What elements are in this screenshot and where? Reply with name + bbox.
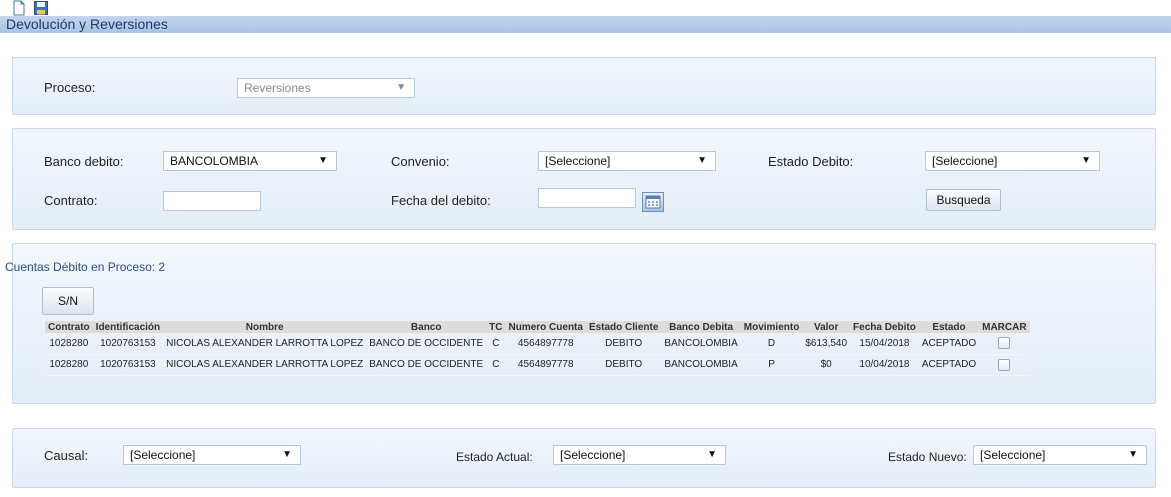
table-cell: BANCOLOMBIA xyxy=(661,354,741,376)
proceso-label: Proceso: xyxy=(44,80,96,95)
marcar-checkbox[interactable] xyxy=(998,358,1011,371)
table-cell: C xyxy=(486,333,506,355)
table-cell: C xyxy=(486,354,506,376)
calendar-icon[interactable] xyxy=(642,192,664,212)
column-header: Fecha Debito xyxy=(850,321,919,333)
column-header: Banco xyxy=(366,321,487,333)
chevron-down-icon: ▼ xyxy=(1128,449,1138,460)
table-cell: BANCO DE OCCIDENTE xyxy=(366,333,487,355)
column-header: MARCAR xyxy=(979,321,1030,333)
proceso-panel: Proceso: Reversiones ▼ xyxy=(12,57,1156,115)
contrato-input[interactable] xyxy=(163,191,261,211)
column-header: Estado xyxy=(918,321,980,333)
banco-debito-label: Banco debito: xyxy=(44,154,124,169)
column-header: Numero Cuenta xyxy=(505,321,586,333)
table-cell: NICOLAS ALEXANDER LARROTTA LOPEZ xyxy=(163,333,367,355)
convenio-label: Convenio: xyxy=(391,154,450,169)
table-cell: 1028280 xyxy=(45,354,93,376)
proceso-value: Reversiones xyxy=(244,81,311,95)
causal-label: Causal: xyxy=(44,448,89,463)
chevron-down-icon: ▼ xyxy=(318,155,328,166)
chevron-down-icon: ▼ xyxy=(697,155,707,166)
causal-select[interactable]: [Seleccione] ▼ xyxy=(123,445,301,465)
fecha-debito-input[interactable] xyxy=(538,188,636,208)
new-document-icon[interactable] xyxy=(11,0,27,16)
proceso-select[interactable]: Reversiones ▼ xyxy=(237,78,415,98)
table-cell: 1028280 xyxy=(45,333,93,355)
table-cell: 10/04/2018 xyxy=(850,354,919,376)
chevron-down-icon: ▼ xyxy=(282,449,292,460)
table-cell: $0 xyxy=(802,354,851,376)
table-cell: 4564897778 xyxy=(505,354,586,376)
estado-nuevo-value: [Seleccione] xyxy=(980,448,1046,462)
estado-actual-select[interactable]: [Seleccione] ▼ xyxy=(553,445,726,465)
estado-debito-value: [Seleccione] xyxy=(932,154,998,168)
estado-debito-select[interactable]: [Seleccione] ▼ xyxy=(925,151,1100,171)
table-cell: BANCOLOMBIA xyxy=(661,333,741,355)
estado-nuevo-select[interactable]: [Seleccione] ▼ xyxy=(973,445,1147,465)
fecha-debito-label: Fecha del debito: xyxy=(391,193,491,208)
table-cell: D xyxy=(740,333,803,355)
results-count: Cuentas Débito en Proceso: 2 xyxy=(5,260,166,274)
column-header: TC xyxy=(486,321,506,333)
convenio-select[interactable]: [Seleccione] ▼ xyxy=(538,151,716,171)
table-cell: 15/04/2018 xyxy=(850,333,919,355)
table-cell: DEBITO xyxy=(585,333,662,355)
column-header: Estado Cliente xyxy=(585,321,662,333)
table-cell: P xyxy=(740,354,803,376)
causal-value: [Seleccione] xyxy=(130,448,196,462)
table-row: 1028280 1020763153 NICOLAS ALEXANDER LARRO… xyxy=(45,333,1030,355)
table-cell: BANCO DE OCCIDENTE xyxy=(366,354,487,376)
banco-debito-value: BANCOLOMBIA xyxy=(170,154,259,168)
table-cell: NICOLAS ALEXANDER LARROTTA LOPEZ xyxy=(163,354,367,376)
estado-panel: Causal: [Seleccione] ▼ Estado Actual: [S… xyxy=(12,428,1156,488)
estado-actual-value: [Seleccione] xyxy=(560,448,626,462)
column-header: Valor xyxy=(802,321,851,333)
table-header: Contrato Identificación Nombre Banco TC Numer… xyxy=(45,321,1030,333)
table-cell: ACEPTADO xyxy=(918,333,980,355)
estado-actual-label: Estado Actual: xyxy=(456,450,533,464)
convenio-value: [Seleccione] xyxy=(545,154,611,168)
estado-nuevo-label: Estado Nuevo: xyxy=(888,450,967,464)
busqueda-button[interactable]: Busqueda xyxy=(926,189,1001,211)
chevron-down-icon: ▼ xyxy=(1081,155,1091,166)
sn-button[interactable]: S/N xyxy=(42,287,94,315)
contrato-label: Contrato: xyxy=(44,193,98,208)
banco-debito-select[interactable]: BANCOLOMBIA ▼ xyxy=(163,151,337,171)
save-icon[interactable] xyxy=(33,0,49,16)
table-cell: $613,540 xyxy=(802,333,851,355)
column-header: Nombre xyxy=(163,321,367,333)
table-cell: 1020763153 xyxy=(92,354,164,376)
chevron-down-icon: ▼ xyxy=(396,82,406,93)
chevron-down-icon: ▼ xyxy=(707,449,717,460)
marcar-cell xyxy=(979,354,1030,376)
table-cell: ACEPTADO xyxy=(918,354,980,376)
table-row: 1028280 1020763153 NICOLAS ALEXANDER LARRO… xyxy=(45,354,1030,376)
results-table: Contrato Identificación Nombre Banco TC Numer… xyxy=(45,321,1030,376)
marcar-checkbox[interactable] xyxy=(998,337,1011,350)
column-header: Banco Debita xyxy=(661,321,741,333)
marcar-cell xyxy=(979,333,1030,355)
estado-debito-label: Estado Debito: xyxy=(768,154,854,169)
table-cell: 4564897778 xyxy=(505,333,586,355)
page-title: Devolución y Reversiones xyxy=(0,16,1171,33)
filter-panel: Banco debito: BANCOLOMBIA ▼ Convenio: [S… xyxy=(12,128,1156,230)
column-header: Movimiento xyxy=(740,321,803,333)
column-header: Identificación xyxy=(92,321,164,333)
table-cell: 1020763153 xyxy=(92,333,164,355)
toolbar xyxy=(0,0,1171,16)
column-header: Contrato xyxy=(45,321,93,333)
table-cell: DEBITO xyxy=(585,354,662,376)
